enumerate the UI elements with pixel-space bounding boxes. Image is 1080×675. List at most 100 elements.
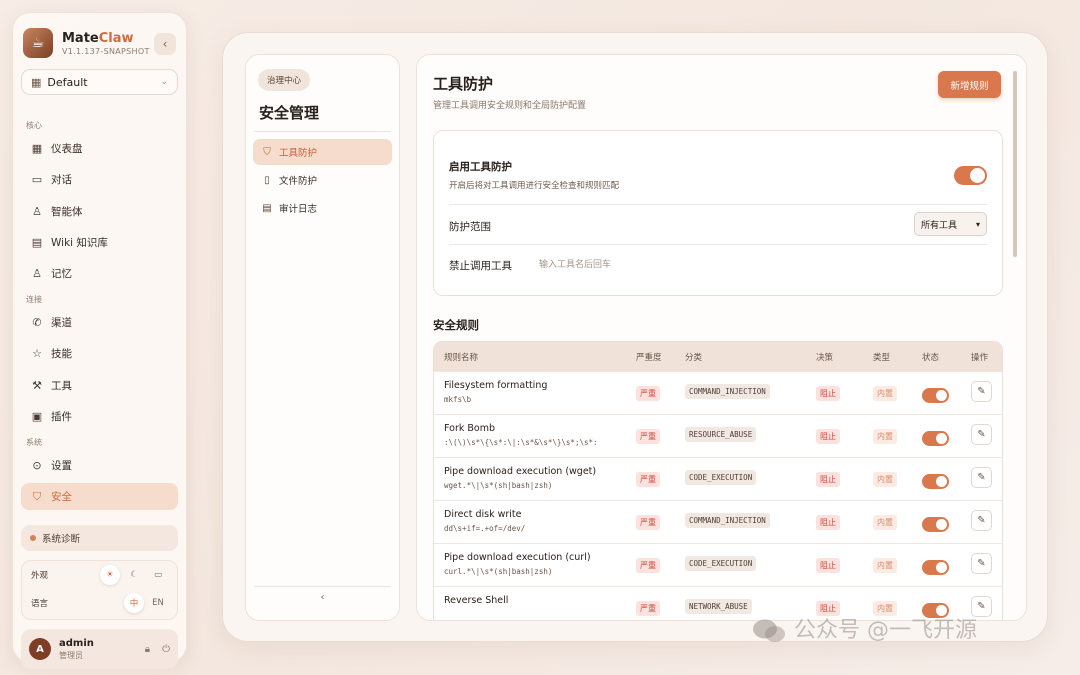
diagnostics-label: 系统诊断 — [42, 534, 81, 545]
edit-icon[interactable]: ✎ — [971, 381, 992, 402]
moon-icon[interactable]: ☾ — [124, 565, 144, 585]
rule-status-toggle[interactable] — [922, 560, 949, 575]
rule-name: Fork Bomb — [444, 423, 495, 434]
sidebar-collapse-button[interactable]: ‹ — [154, 33, 176, 55]
wechat-icon — [753, 619, 785, 642]
enable-row: 启用工具防护 开启后将对工具调用进行安全检查和规则匹配 — [449, 131, 987, 205]
rules-table: 规则名称 严重度 分类 决策 类型 状态 操作 Filesystem forma… — [433, 341, 1003, 620]
sidebar-item-wiki[interactable]: ▤ Wiki 知识库 — [21, 229, 178, 256]
rule-status-toggle[interactable] — [922, 517, 949, 532]
type-badge: 内置 — [873, 386, 897, 401]
rule-cell: Direct disk write dd\s+if=.+of=/dev/ — [444, 509, 525, 533]
header-actions: 操作 — [971, 353, 989, 363]
avatar[interactable]: A — [29, 638, 51, 660]
shield-icon: ⛉ — [32, 489, 42, 503]
rule-cell: Filesystem formatting mkfs\b — [444, 380, 547, 404]
sidebar-item-label: 仪表盘 — [51, 143, 83, 155]
rule-name: Pipe download execution (curl) — [444, 552, 591, 563]
chevron-down-icon: ▾ — [975, 219, 980, 229]
header-severity: 严重度 — [636, 353, 662, 363]
subnav-item-audit-log[interactable]: ▤ 审计日志 — [253, 195, 392, 221]
enable-description: 开启后将对工具调用进行安全检查和规则匹配 — [449, 181, 620, 191]
workspace-select[interactable]: ▦ Default ⌄ — [21, 69, 178, 95]
app-version: V1.1.137-SNAPSHOT — [62, 46, 150, 56]
sidebar-item-memory[interactable]: ♙ 记忆 — [21, 260, 178, 287]
document-icon: ▤ — [262, 202, 272, 214]
rule-status-toggle[interactable] — [922, 474, 949, 489]
rule-name: Reverse Shell — [444, 595, 509, 606]
sidebar-item-label: 对话 — [51, 174, 72, 187]
edit-icon[interactable]: ✎ — [971, 467, 992, 488]
user-card: A admin 管理员 🔒︎ ⏻ — [21, 629, 178, 669]
scope-select[interactable]: 所有工具 ▾ — [914, 212, 987, 236]
category-badge: COMMAND_INJECTION — [685, 384, 770, 399]
subnav-item-label: 工具防护 — [279, 148, 318, 159]
app-name: MateClaw — [62, 31, 150, 46]
category-badge: COMMAND_INJECTION — [685, 513, 770, 528]
add-rule-button[interactable]: 新增规则 — [938, 71, 1001, 98]
subnav-item-file-guard[interactable]: ▯ 文件防护 — [253, 167, 392, 193]
monitor-icon[interactable]: ▭ — [148, 565, 168, 585]
sun-icon[interactable]: ☀ — [100, 565, 120, 585]
subnav-collapse-icon[interactable]: ‹ — [246, 592, 399, 603]
sidebar-item-label: 设置 — [51, 460, 72, 473]
sidebar-item-skills[interactable]: ☆ 技能 — [21, 340, 178, 367]
table-row: Pipe download execution (wget) wget.*\|\s… — [434, 457, 1002, 500]
sidebar-item-chat[interactable]: ▭ 对话 — [21, 166, 178, 193]
rule-cell: Fork Bomb :\(\)\s*\{\s*:\|:\s*&\s*\}\s*;\… — [444, 423, 598, 447]
nav-group-system: 系统 — [26, 438, 42, 448]
sidebar-item-security[interactable]: ⛉ 安全 — [21, 483, 178, 511]
language-en-button[interactable]: EN — [148, 593, 168, 613]
chat-icon: ▭ — [31, 173, 43, 187]
sidebar-item-label: 记忆 — [51, 268, 72, 281]
rule-status-toggle[interactable] — [922, 388, 949, 403]
sidebar-item-agents[interactable]: ♙ 智能体 — [21, 198, 178, 225]
sidebar-item-plugins[interactable]: ▣ 插件 — [21, 403, 178, 430]
lock-icon[interactable]: 🔒︎ — [145, 644, 150, 655]
severity-badge: 严重 — [636, 386, 660, 401]
sidebar-nav: 核心 ▦ 仪表盘 ▭ 对话 ♙ 智能体 ▤ Wiki 知识库 ♙ 记忆 连接 ✆ 渠道 ☆ 技… — [21, 113, 178, 515]
category-badge: RESOURCE_ABUSE — [685, 427, 757, 442]
nav-group-core: 核心 — [26, 121, 42, 130]
sidebar-item-label: Wiki 知识库 — [51, 236, 108, 249]
rule-pattern: mkfs\b — [444, 395, 472, 404]
scope-row: 防护范围 所有工具 ▾ — [449, 205, 987, 245]
sidebar-item-dashboard[interactable]: ▦ 仪表盘 — [21, 135, 178, 162]
wrench-icon: ⚒ — [32, 378, 42, 392]
sidebar-item-tools[interactable]: ⚒ 工具 — [21, 372, 178, 399]
edit-icon[interactable]: ✎ — [971, 553, 992, 574]
watermark: 公众号 @一飞开源 — [752, 612, 977, 644]
subnav-item-tool-guard[interactable]: ⛉ 工具防护 — [253, 139, 392, 165]
sidebar: ☕ MateClaw V1.1.137-SNAPSHOT ‹ ▦ Default… — [12, 12, 187, 669]
enable-tool-guard-toggle[interactable] — [954, 166, 987, 185]
sidebar-item-channels[interactable]: ✆ 渠道 — [21, 309, 178, 336]
system-diagnostics-button[interactable]: 系统诊断 — [21, 525, 178, 551]
table-row: Fork Bomb :\(\)\s*\{\s*:\|:\s*&\s*\}\s*;\… — [434, 414, 1002, 457]
rule-name: Pipe download execution (wget) — [444, 466, 597, 477]
chevron-down-icon: ⌄ — [160, 77, 168, 87]
type-badge: 内置 — [873, 558, 897, 573]
table-header: 规则名称 严重度 分类 决策 类型 状态 操作 — [434, 342, 1002, 371]
rule-name: Filesystem formatting — [444, 380, 548, 391]
language-label: 语言 — [31, 599, 49, 609]
rule-status-toggle[interactable] — [922, 431, 949, 446]
rule-cell: Pipe download execution (wget) wget.*\|\s… — [444, 466, 596, 490]
scope-value: 所有工具 — [921, 220, 958, 231]
scrollbar[interactable] — [1013, 71, 1017, 257]
table-row: Direct disk write dd\s+if=.+of=/dev/严重 COM… — [434, 500, 1002, 543]
language-zh-button[interactable]: 中 — [124, 593, 144, 613]
page-subtitle: 管理工具调用安全规则和全局防护配置 — [433, 101, 587, 111]
blocked-tools-input[interactable]: 输入工具名后回车 — [539, 257, 611, 270]
memory-icon: ♙ — [32, 267, 42, 281]
sidebar-item-label: 工具 — [51, 379, 72, 392]
power-icon[interactable]: ⏻ — [162, 644, 170, 655]
sidebar-item-settings[interactable]: ⊙ 设置 — [21, 452, 178, 479]
rule-pattern: wget.*\|\s*(sh|bash|zsh) — [444, 481, 553, 490]
rule-pattern: :\(\)\s*\{\s*:\|:\s*&\s*\}\s*;\s*: — [444, 438, 598, 447]
subnav-title: 安全管理 — [259, 104, 320, 122]
sidebar-item-label: 智能体 — [51, 205, 83, 218]
enable-title: 启用工具防护 — [449, 161, 512, 173]
blocked-tools-label: 禁止调用工具 — [449, 260, 512, 272]
edit-icon[interactable]: ✎ — [971, 424, 992, 445]
edit-icon[interactable]: ✎ — [971, 510, 992, 531]
